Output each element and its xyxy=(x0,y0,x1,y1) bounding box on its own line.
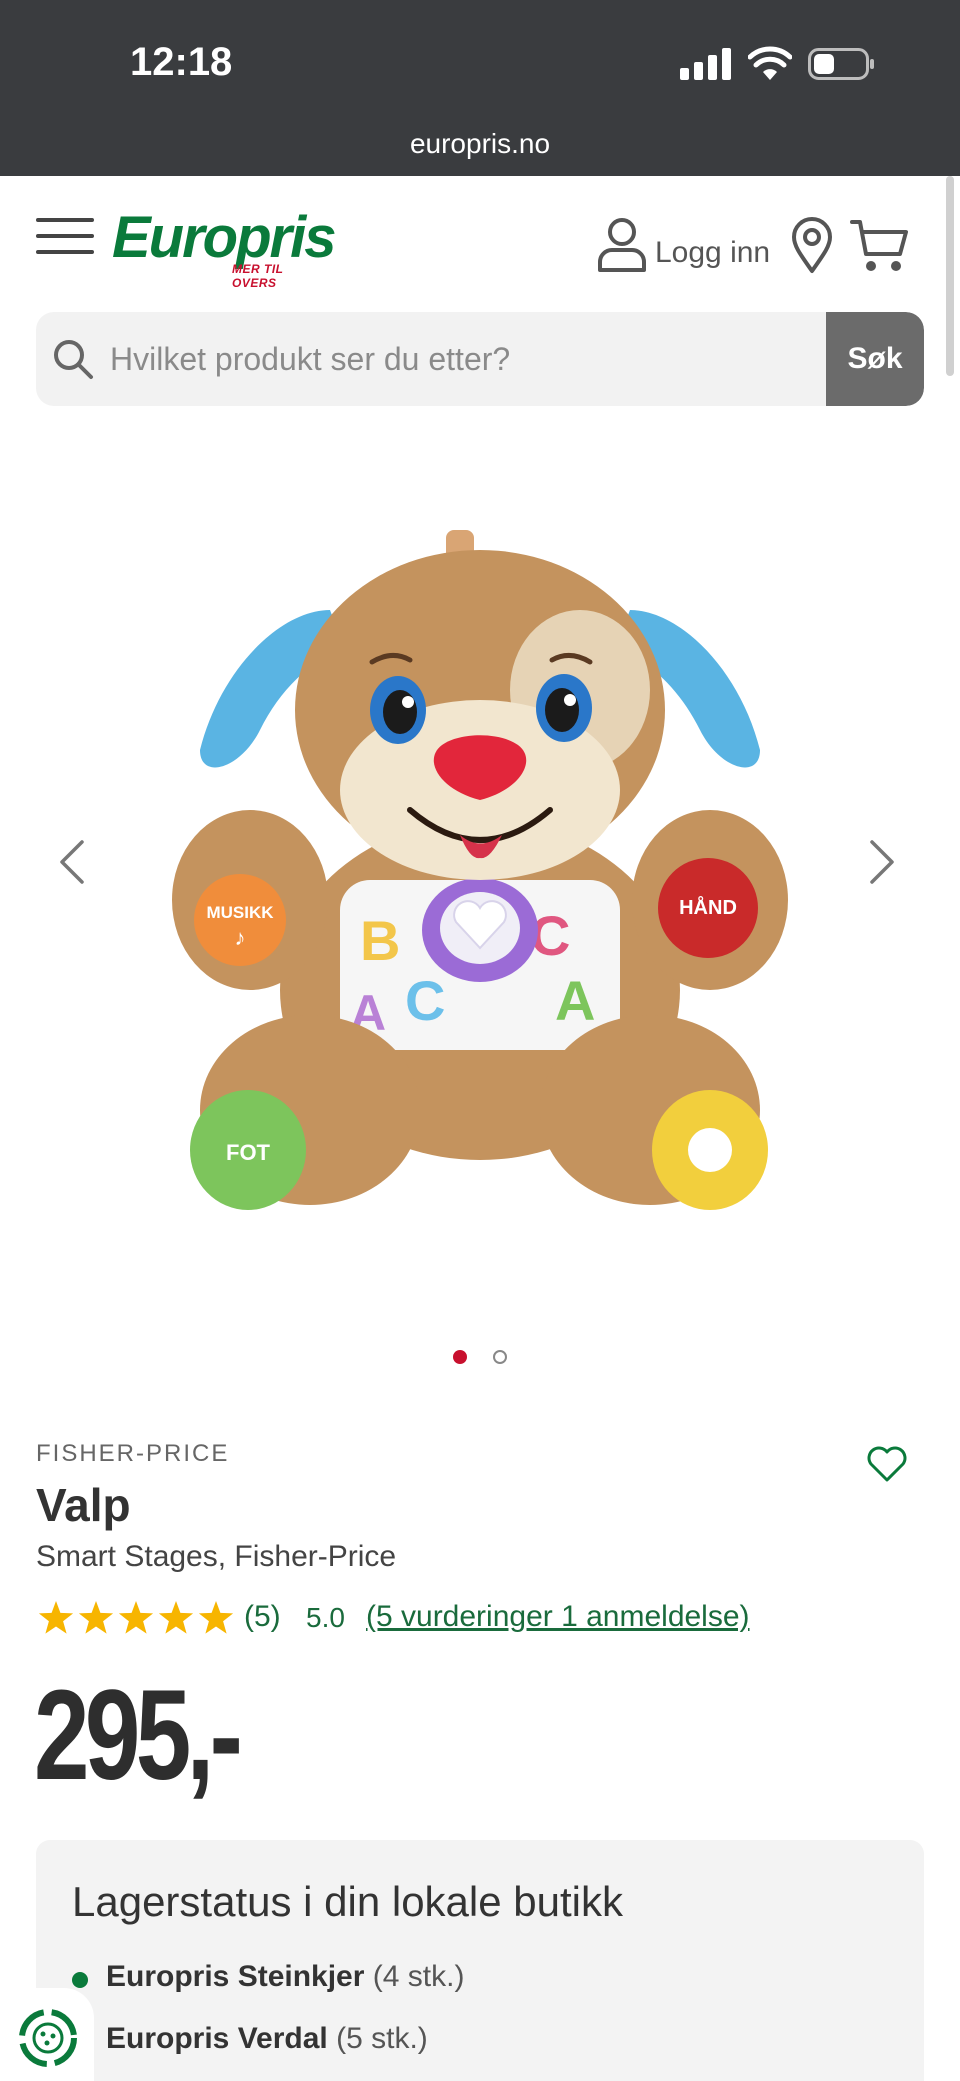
status-time: 12:18 xyxy=(130,40,233,84)
product-price: 295,- xyxy=(34,1664,243,1807)
product-image-puppy[interactable]: B C C A A MUSIKK ♪ HÅND FOT xyxy=(160,500,800,1240)
search-button[interactable]: Søk xyxy=(826,312,924,406)
cookie-icon xyxy=(19,2009,77,2067)
store-name: Europris Steinkjer xyxy=(106,1960,365,1993)
gallery-pagination xyxy=(0,1350,960,1370)
search-input[interactable] xyxy=(110,312,850,406)
toy-label-hand: HÅND xyxy=(679,895,737,919)
stock-status-panel: Lagerstatus i din lokale butikk Europris… xyxy=(36,1840,924,2081)
svg-text:♪: ♪ xyxy=(235,925,246,950)
in-stock-indicator xyxy=(72,1972,88,1988)
stock-status-title: Lagerstatus i din lokale butikk xyxy=(72,1878,623,1925)
svg-text:B: B xyxy=(360,909,400,972)
rating-count: (5) xyxy=(244,1600,281,1633)
store-item[interactable]: Europris Steinkjer (4 stk.) xyxy=(72,1958,872,1998)
chevron-right-icon[interactable] xyxy=(862,832,902,892)
cart-icon[interactable] xyxy=(850,218,910,274)
star-icon xyxy=(158,1601,194,1634)
rating-row: (5) 5.0 (5 vurderinger 1 anmeldelse) xyxy=(36,1598,936,1638)
wifi-icon xyxy=(748,46,792,80)
europris-logo[interactable]: Europris MER TIL OVERS xyxy=(112,204,336,290)
chevron-left-icon[interactable] xyxy=(52,832,92,892)
toy-label-fot: FOT xyxy=(226,1140,271,1165)
login-link[interactable]: Logg inn xyxy=(655,236,770,270)
toy-label-musikk: MUSIKK xyxy=(206,903,274,922)
status-bar: 12:18 europris.no xyxy=(0,0,960,176)
logo-tagline: MER TIL OVERS xyxy=(232,262,284,290)
gallery-dot-2[interactable] xyxy=(493,1350,507,1364)
svg-text:C: C xyxy=(405,969,445,1032)
star-icon xyxy=(198,1601,234,1634)
search-icon xyxy=(54,340,93,379)
store-quantity: (5 stk.) xyxy=(336,2022,428,2055)
store-name: Europris Verdal xyxy=(106,2022,328,2055)
search-bar: Søk xyxy=(36,312,924,406)
star-icon xyxy=(78,1601,114,1634)
reviews-link[interactable]: (5 vurderinger 1 anmeldelse) xyxy=(366,1600,750,1634)
product-subtitle: Smart Stages, Fisher-Price xyxy=(36,1540,397,1573)
product-brand[interactable]: FISHER-PRICE xyxy=(36,1440,229,1468)
site-header: Europris MER TIL OVERS Logg inn xyxy=(0,176,960,306)
cellular-signal-icon xyxy=(680,48,732,80)
store-quantity: (4 stk.) xyxy=(372,1960,465,1993)
menu-icon[interactable] xyxy=(36,214,94,258)
logo-wordmark: Europris xyxy=(112,205,336,270)
browser-url[interactable]: europris.no xyxy=(0,128,960,160)
battery-icon xyxy=(808,48,874,80)
rating-stars xyxy=(38,1601,234,1634)
store-item[interactable]: Europris Verdal (5 stk.) xyxy=(72,2020,872,2060)
rating-score: 5.0 xyxy=(306,1602,345,1633)
cookie-settings-button[interactable] xyxy=(0,1988,94,2081)
heart-icon[interactable] xyxy=(866,1444,908,1484)
store-location-icon[interactable] xyxy=(790,216,834,274)
user-icon[interactable] xyxy=(596,216,648,272)
product-title: Valp xyxy=(36,1479,131,1531)
star-icon xyxy=(38,1601,74,1634)
gallery-dot-1[interactable] xyxy=(453,1350,467,1364)
page-scrollbar[interactable] xyxy=(946,176,954,376)
product-gallery: B C C A A MUSIKK ♪ HÅND FOT xyxy=(0,420,960,1380)
svg-text:A: A xyxy=(555,969,595,1032)
star-icon xyxy=(118,1601,154,1634)
